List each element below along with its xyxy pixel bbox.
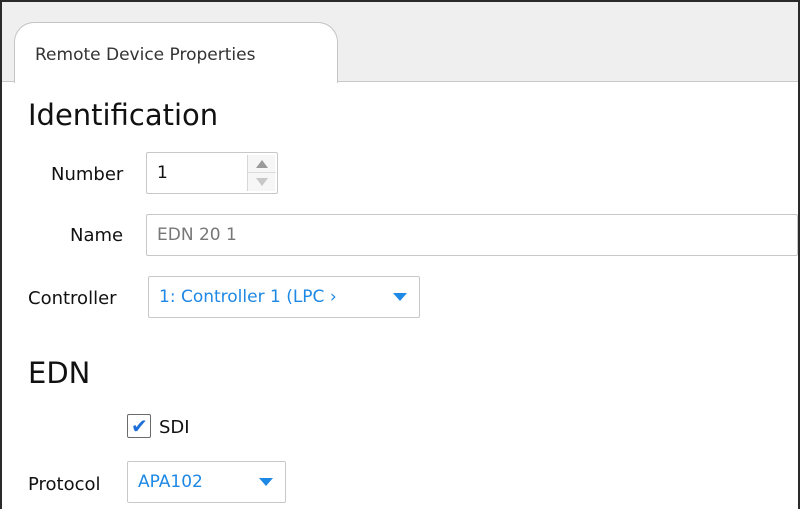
chevron-down-icon bbox=[259, 478, 273, 486]
sdi-checkbox[interactable]: ✔ bbox=[127, 414, 151, 438]
name-field[interactable]: EDN 20 1 bbox=[146, 214, 798, 256]
protocol-selected: APA102 bbox=[138, 472, 203, 492]
chevron-down-icon bbox=[393, 293, 407, 301]
tab-bar: Remote Device Properties bbox=[2, 2, 798, 83]
section-title-identification: Identification bbox=[28, 98, 219, 132]
tab-label: Remote Device Properties bbox=[35, 45, 256, 65]
number-label: Number bbox=[51, 164, 124, 185]
name-label: Name bbox=[70, 225, 124, 246]
spin-up-button[interactable] bbox=[248, 155, 276, 173]
triangle-up-icon bbox=[256, 160, 268, 168]
controller-label: Controller bbox=[28, 288, 117, 309]
number-spin-buttons bbox=[247, 155, 276, 191]
number-value: 1 bbox=[157, 163, 168, 183]
section-title-edn: EDN bbox=[28, 356, 91, 390]
tab-remote-device-properties[interactable]: Remote Device Properties bbox=[14, 22, 338, 83]
name-value: EDN 20 1 bbox=[157, 225, 237, 245]
checkmark-icon: ✔ bbox=[131, 414, 148, 438]
sdi-label: SDI bbox=[159, 417, 190, 438]
number-stepper[interactable]: 1 bbox=[146, 152, 278, 194]
triangle-down-icon bbox=[256, 178, 268, 186]
protocol-dropdown[interactable]: APA102 bbox=[127, 461, 286, 503]
controller-dropdown[interactable]: 1: Controller 1 (LPC › bbox=[148, 276, 420, 318]
protocol-label: Protocol bbox=[28, 474, 101, 495]
properties-panel: Remote Device Properties Identification … bbox=[0, 0, 800, 509]
spin-down-button[interactable] bbox=[248, 173, 276, 191]
controller-selected: 1: Controller 1 (LPC › bbox=[159, 287, 337, 307]
